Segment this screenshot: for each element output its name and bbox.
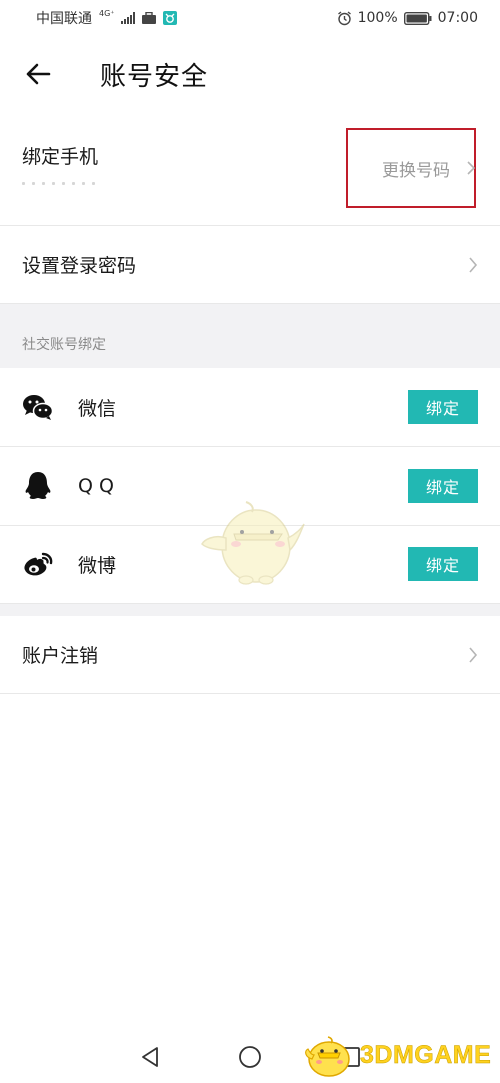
nav-back-icon: [142, 1046, 158, 1067]
wechat-bind-button[interactable]: 绑定: [408, 390, 478, 424]
bind-phone-label: 绑定手机: [22, 146, 99, 168]
wechat-row: 微信 绑定: [0, 368, 500, 447]
set-password-label: 设置登录密码: [22, 255, 137, 277]
qq-label: Q Q: [78, 475, 114, 497]
account-cancel-label: 账户注销: [22, 645, 99, 667]
chevron-right-icon: [468, 256, 478, 274]
nav-home-button[interactable]: [235, 1042, 265, 1072]
nav-home-icon: [239, 1045, 261, 1068]
weibo-icon: [22, 548, 54, 580]
carrier-name: 中国联通: [36, 11, 92, 27]
chevron-right-icon: [468, 646, 478, 664]
qq-bind-button[interactable]: 绑定: [408, 469, 478, 503]
battery-icon: [403, 11, 432, 25]
app-notification-icon: [162, 11, 177, 25]
change-number-label: 更换号码: [382, 160, 450, 181]
mascot-watermark-image: [196, 498, 308, 588]
status-bar-right: 100% 07:00: [337, 10, 478, 26]
status-bar: 中国联通 4G⁺ 100% 07:00: [0, 0, 500, 36]
status-bar-left: 中国联通 4G⁺: [36, 8, 177, 28]
social-section-title: 社交账号绑定: [22, 337, 106, 353]
app-header: 账号安全: [0, 36, 500, 112]
wechat-icon: [22, 391, 54, 423]
wechat-label: 微信: [78, 397, 117, 420]
masked-phone-number: [22, 182, 132, 190]
section-divider: [0, 604, 500, 616]
status-time: 07:00: [437, 10, 478, 26]
site-watermark: 3DMGAME: [302, 1030, 491, 1080]
page-title: 账号安全: [100, 61, 209, 92]
set-password-row[interactable]: 设置登录密码: [0, 226, 500, 304]
change-number-button[interactable]: 更换号码: [346, 128, 476, 208]
weibo-bind-button[interactable]: 绑定: [408, 547, 478, 581]
account-cancel-row[interactable]: 账户注销: [0, 616, 500, 694]
network-type: 4G⁺: [99, 9, 115, 18]
battery-percent: 100%: [357, 10, 398, 26]
nav-back-button[interactable]: [135, 1042, 165, 1072]
back-button[interactable]: [20, 56, 56, 92]
alarm-icon: [337, 10, 352, 26]
watermark-text: 3DMGAME: [360, 1040, 492, 1069]
back-arrow-icon: [26, 63, 51, 85]
signal-icon: [120, 12, 135, 24]
weibo-label: 微博: [78, 554, 117, 577]
briefcase-icon: [141, 11, 157, 25]
qq-icon: [22, 470, 54, 502]
social-section-header: 社交账号绑定: [0, 304, 500, 368]
change-number-chevron-icon: [466, 160, 476, 180]
watermark-logo: [305, 1036, 350, 1077]
